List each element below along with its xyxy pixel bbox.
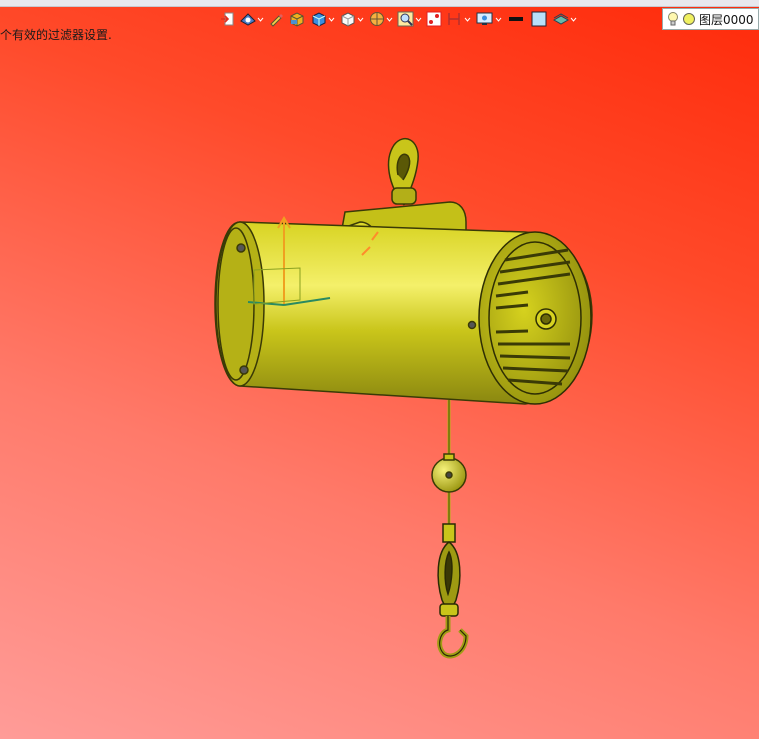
bottom-hook <box>437 523 469 659</box>
ball-stopper <box>431 453 467 493</box>
hoist-3d-model <box>214 138 593 659</box>
vented-end-cap <box>478 231 592 405</box>
top-hook <box>387 138 419 206</box>
